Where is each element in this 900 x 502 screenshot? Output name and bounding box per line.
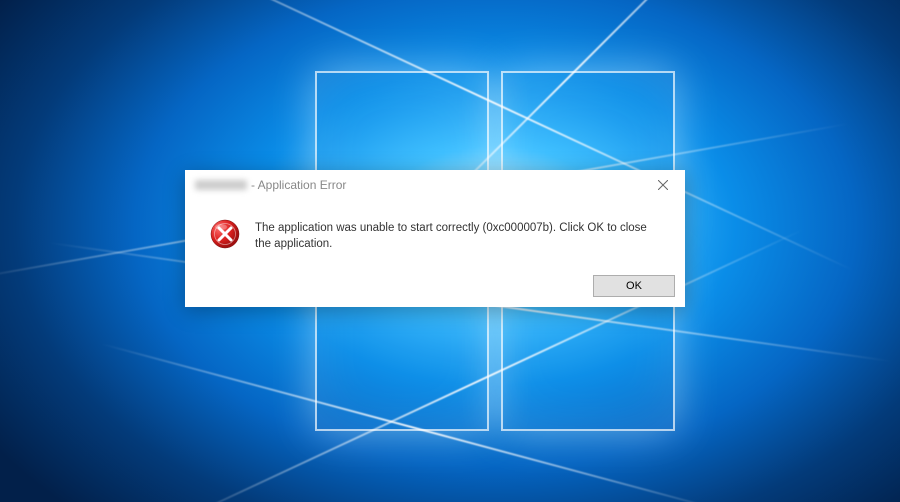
error-icon xyxy=(209,218,241,253)
dialog-title: - Application Error xyxy=(195,178,346,192)
ok-button[interactable]: OK xyxy=(593,275,675,297)
error-dialog: - Application Error xyxy=(185,170,685,307)
desktop-wallpaper: - Application Error xyxy=(0,0,900,502)
close-icon xyxy=(658,180,668,190)
close-button[interactable] xyxy=(640,170,685,200)
dialog-body: The application was unable to start corr… xyxy=(185,200,685,275)
dialog-title-suffix: - Application Error xyxy=(251,178,346,192)
error-message: The application was unable to start corr… xyxy=(255,218,661,252)
dialog-titlebar[interactable]: - Application Error xyxy=(185,170,685,200)
dialog-footer: OK xyxy=(185,275,685,307)
app-name-redacted xyxy=(195,180,247,190)
